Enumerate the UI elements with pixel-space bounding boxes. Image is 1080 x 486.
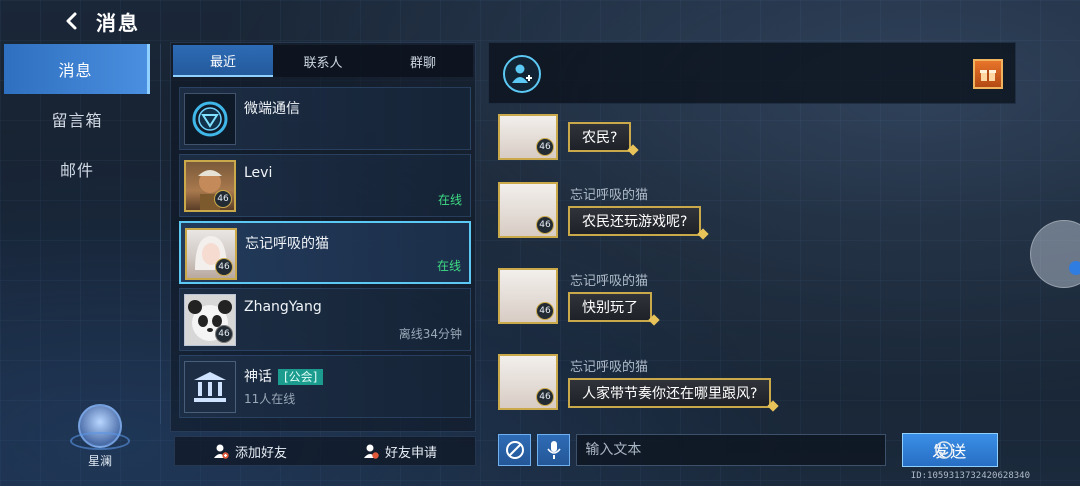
microphone-icon: [547, 441, 561, 459]
nav-item-mail[interactable]: 邮件: [4, 144, 150, 194]
emoji-icon[interactable]: [934, 440, 954, 460]
guild-icon: [184, 361, 236, 413]
list-footer: 添加好友 好友申请: [174, 436, 476, 466]
voice-button[interactable]: [537, 434, 571, 466]
message-list: 46 农民? 46 忘记呼吸的猫 农民还玩游戏呢? 46 忘记呼吸的猫 快别玩了…: [488, 104, 1016, 440]
conversation-name: Levi: [244, 165, 273, 181]
player-profile[interactable]: 星澜: [70, 404, 130, 469]
avatar[interactable]: 46: [498, 182, 558, 238]
sender-name: 忘记呼吸的猫: [570, 188, 649, 203]
conversation-list: 微端通信 46 Levi 在线 46 忘记呼吸的猫 在线 46 ZhangYan…: [171, 77, 475, 418]
tab-bar: 最近 联系人 群聊: [173, 45, 473, 77]
add-friend-button[interactable]: 添加好友: [175, 437, 325, 465]
tab-groups[interactable]: 群聊: [373, 45, 473, 77]
divider: [160, 44, 161, 424]
gift-icon[interactable]: [973, 59, 1003, 89]
list-item[interactable]: 微端通信: [179, 87, 471, 150]
chat-panel: 46 农民? 46 忘记呼吸的猫 农民还玩游戏呢? 46 忘记呼吸的猫 快别玩了…: [488, 42, 1016, 432]
sender-name: 忘记呼吸的猫: [570, 360, 649, 375]
conversation-panel: 最近 联系人 群聊 微端通信 46 Levi 在线 46 忘记呼吸的猫 在线 4…: [170, 42, 476, 432]
nav-item-message-box[interactable]: 留言箱: [4, 94, 150, 144]
list-item[interactable]: 46 忘记呼吸的猫 在线: [179, 221, 471, 284]
friend-request-icon: [363, 444, 379, 459]
chat-message: 46 忘记呼吸的猫 农民还玩游戏呢?: [488, 182, 1016, 268]
level-badge: 46: [536, 138, 554, 156]
floating-assistant-button[interactable]: [1030, 220, 1080, 288]
conversation-name: 忘记呼吸的猫: [245, 236, 329, 252]
tab-recent[interactable]: 最近: [173, 45, 273, 77]
left-nav: 消息 留言箱 邮件: [4, 44, 150, 194]
level-badge: 46: [214, 190, 232, 208]
guild-tag-badge: [公会]: [278, 369, 324, 385]
quick-chat-button[interactable]: [498, 434, 532, 466]
friend-requests-label: 好友申请: [384, 445, 437, 461]
chat-message: 46 忘记呼吸的猫 快别玩了: [488, 268, 1016, 354]
message-bubble: 农民?: [568, 122, 632, 152]
list-item[interactable]: 46 ZhangYang 离线34分钟: [179, 288, 471, 351]
player-name: 星澜: [87, 454, 112, 468]
avatar: [70, 404, 130, 450]
conversation-name: 神话 [公会]: [244, 366, 324, 386]
avatar[interactable]: 46: [498, 114, 558, 160]
conversation-name: ZhangYang: [244, 299, 322, 315]
status-text: 在线: [436, 259, 461, 273]
conversation-name: 微端通信: [244, 101, 300, 117]
chat-input-bar: 发送: [498, 433, 998, 467]
sender-name: 忘记呼吸的猫: [570, 274, 649, 289]
avatar: 46: [185, 228, 237, 280]
member-count: 11人在线: [244, 392, 296, 406]
message-bubble: 快别玩了: [568, 292, 652, 322]
level-badge: 46: [215, 325, 233, 343]
level-badge: 46: [536, 302, 554, 320]
avatar[interactable]: 46: [498, 354, 558, 410]
add-friend-label: 添加好友: [234, 445, 287, 461]
chat-message: 46 农民?: [488, 110, 1016, 182]
status-text: 离线34分钟: [398, 327, 462, 341]
avatar[interactable]: 46: [498, 268, 558, 324]
level-badge: 46: [215, 258, 233, 276]
message-bubble: 农民还玩游戏呢?: [568, 206, 702, 236]
chat-message: 46 忘记呼吸的猫 人家带节奏你还在哪里跟风?: [488, 354, 1016, 440]
top-bar: 消息: [60, 6, 140, 36]
message-input[interactable]: [576, 434, 887, 466]
system-comm-icon: [184, 93, 236, 145]
add-user-icon[interactable]: [503, 55, 541, 93]
avatar: 46: [184, 294, 236, 346]
chat-header: [488, 42, 1016, 104]
message-bubble: 人家带节奏你还在哪里跟风?: [568, 378, 772, 408]
user-id-text: ID:1059313732420628340: [910, 471, 1030, 481]
avatar: 46: [184, 160, 236, 212]
list-item[interactable]: 神话 [公会] 11人在线: [179, 355, 471, 418]
nav-item-messages[interactable]: 消息: [4, 44, 150, 94]
add-user-icon: [213, 444, 229, 459]
chevron-left-icon[interactable]: [60, 9, 84, 33]
level-badge: 46: [536, 388, 554, 406]
tab-contacts[interactable]: 联系人: [273, 45, 373, 77]
level-badge: 46: [536, 216, 554, 234]
list-item[interactable]: 46 Levi 在线: [179, 154, 471, 217]
guild-name: 神话: [244, 369, 272, 385]
friend-requests-button[interactable]: 好友申请: [325, 437, 475, 465]
quick-chat-icon: [505, 441, 524, 459]
text-input-wrapper: [576, 434, 954, 466]
page-title: 消息: [96, 10, 140, 35]
status-text: 在线: [437, 193, 462, 207]
